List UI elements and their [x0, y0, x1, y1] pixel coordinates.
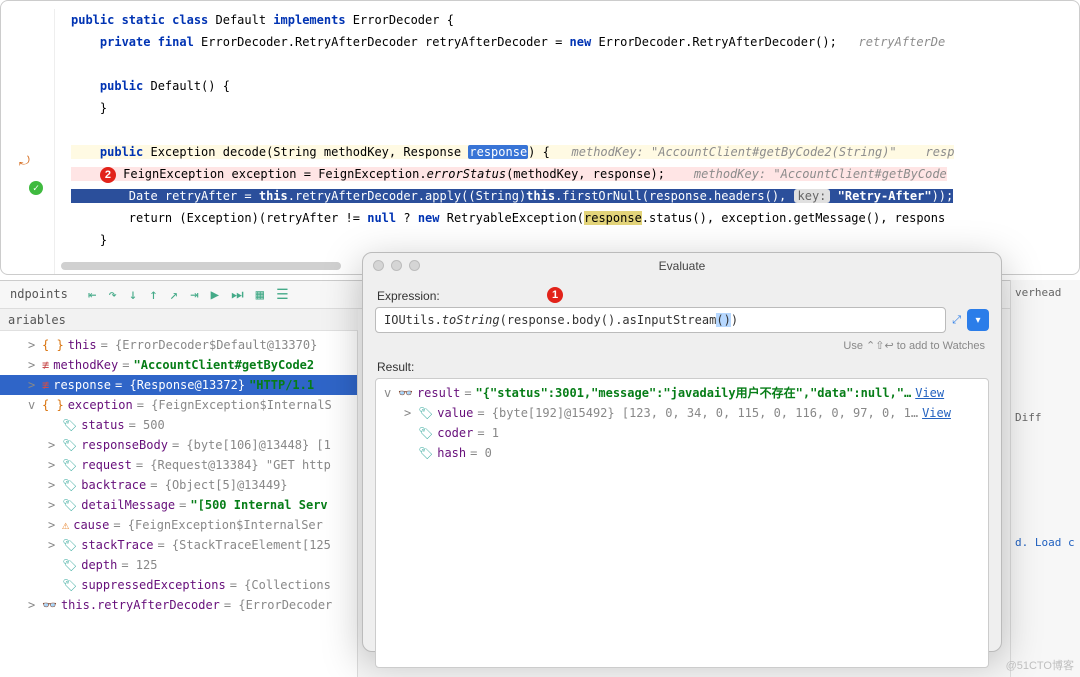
minimize-icon[interactable] [391, 260, 402, 271]
result-row[interactable]: 🏷 hash = 0 [376, 443, 988, 463]
variable-row[interactable]: > 🏷 detailMessage = "[500 Internal Serv [0, 495, 357, 515]
variable-row[interactable]: > 🏷 stackTrace = {StackTraceElement[125 [0, 535, 357, 555]
editor-gutter: ⤾ ✓ [1, 9, 55, 274]
variable-row[interactable]: > 🏷 responseBody = {byte[106]@13448} [1 [0, 435, 357, 455]
variables-header: ariables [0, 309, 358, 331]
result-row[interactable]: > 🏷 value = {byte[192]@15492} [123, 0, 3… [376, 403, 988, 423]
variable-row[interactable]: 🏷 depth = 125 [0, 555, 357, 575]
variable-row[interactable]: > { } this = {ErrorDecoder$Default@13370… [0, 335, 357, 355]
watermark: @51CTO博客 [1006, 657, 1074, 673]
debug-step-icon[interactable]: ☰ [276, 287, 289, 303]
code-content[interactable]: public static class Default implements E… [71, 9, 1071, 251]
result-label: Result: [377, 360, 989, 374]
view-link[interactable]: View [915, 384, 944, 402]
variable-row[interactable]: 🏷 status = 500 [0, 415, 357, 435]
debug-step-icon[interactable]: ↑ [149, 287, 157, 303]
close-icon[interactable] [373, 260, 384, 271]
variable-row[interactable]: > 🏷 request = {Request@13384} "GET http [0, 455, 357, 475]
debug-step-icon[interactable]: ↷ [108, 287, 116, 303]
debug-step-icon[interactable]: ⏭ [231, 287, 244, 303]
load-link[interactable]: d. Load c [1011, 530, 1080, 555]
variable-row[interactable]: > ≢ methodKey = "AccountClient#getByCode… [0, 355, 357, 375]
right-panel: verhead Diff d. Load c [1010, 280, 1080, 677]
variable-row[interactable]: v { } exception = {FeignException$Intern… [0, 395, 357, 415]
variable-row[interactable]: > 👓 this.retryAfterDecoder = {ErrorDecod… [0, 595, 357, 615]
result-tree[interactable]: v 👓 result = "{"status":3001,"message":"… [375, 378, 989, 668]
view-link[interactable]: View [922, 404, 951, 422]
debug-step-icon[interactable]: ↗ [170, 287, 178, 303]
variables-tree[interactable]: > { } this = {ErrorDecoder$Default@13370… [0, 331, 358, 677]
result-row[interactable]: v 👓 result = "{"status":3001,"message":"… [376, 383, 988, 403]
run-to-cursor-icon[interactable]: ⤾ [19, 154, 30, 169]
variable-row[interactable]: > ≢ response = {Response@13372} "HTTP/1.… [0, 375, 357, 395]
debug-step-icon[interactable]: ▶ [211, 287, 219, 303]
variable-row[interactable]: 🏷 suppressedExceptions = {Collections [0, 575, 357, 595]
debug-step-icon[interactable]: ↓ [129, 287, 137, 303]
evaluate-dialog: Evaluate Expression: 1 IOUtils.toString(… [362, 252, 1002, 652]
badge-1: 1 [547, 287, 563, 303]
overhead-tab[interactable]: verhead [1011, 280, 1080, 305]
breakpoints-tab[interactable]: ndpoints [0, 281, 78, 309]
variable-row[interactable]: > ⚠ cause = {FeignException$InternalSer [0, 515, 357, 535]
diff-tab[interactable]: Diff [1011, 405, 1080, 430]
watches-hint: Use ⌃⇧↩ to add to Watches [375, 339, 985, 352]
breakpoint-check-icon[interactable]: ✓ [29, 181, 43, 195]
horizontal-scrollbar[interactable] [61, 262, 341, 270]
code-editor[interactable]: ⤾ ✓ public static class Default implemen… [0, 0, 1080, 275]
window-controls[interactable] [373, 260, 420, 271]
expression-input[interactable]: IOUtils.toString(response.body().asInput… [375, 307, 946, 333]
evaluate-title: Evaluate [659, 259, 706, 273]
expand-icon[interactable]: ⤢ [952, 314, 961, 327]
debug-step-icon[interactable]: ⇥ [190, 287, 198, 303]
variable-row[interactable]: > 🏷 backtrace = {Object[5]@13449} [0, 475, 357, 495]
evaluate-titlebar[interactable]: Evaluate [363, 253, 1001, 279]
expression-label: Expression: 1 [377, 289, 989, 303]
result-row[interactable]: 🏷 coder = 1 [376, 423, 988, 443]
zoom-icon[interactable] [409, 260, 420, 271]
history-dropdown-button[interactable]: ▾ [967, 309, 989, 331]
debug-step-icon[interactable]: ⇤ [88, 287, 96, 303]
debug-step-icon[interactable]: ▦ [256, 287, 264, 303]
